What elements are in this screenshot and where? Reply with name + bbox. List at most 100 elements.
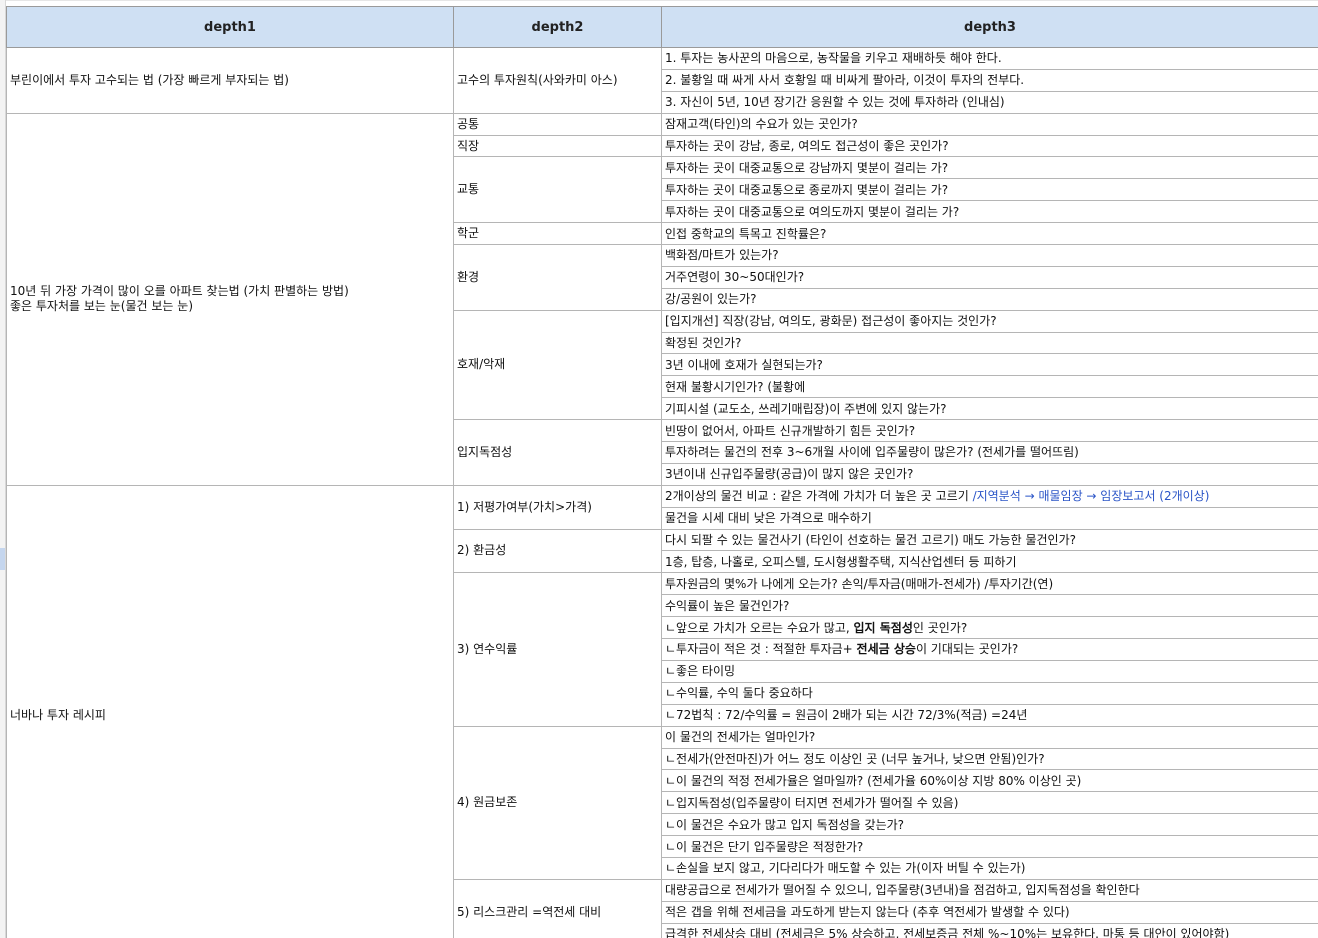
depth3-cell[interactable]: 확정된 것인가?: [661, 331, 1318, 355]
header-depth2[interactable]: depth2: [453, 6, 662, 48]
depth2-cell[interactable]: 입지독점성: [453, 419, 662, 486]
depth3-cell[interactable]: ㄴ수익률, 수익 둘다 중요하다: [661, 681, 1318, 705]
depth3-cell[interactable]: 강/공원이 있는가?: [661, 287, 1318, 311]
header-depth3[interactable]: depth3: [661, 6, 1318, 48]
depth3-cell[interactable]: 기피시설 (교도소, 쓰레기매립장)이 주변에 있지 않는가?: [661, 397, 1318, 421]
depth3-cell[interactable]: ㄴ72법칙 : 72/수익률 = 원금이 2배가 되는 시간 72/3%(적금)…: [661, 703, 1318, 727]
depth3-text: 이 물건의 전세가는 얼마인가?: [665, 730, 816, 745]
depth3-cell[interactable]: 투자하려는 물건의 전후 3~6개월 사이에 입주물량이 많은가? (전세가를 …: [661, 441, 1318, 464]
table-row: 10년 뒤 가장 가격이 많이 오를 아파트 찾는법 (가치 판별하는 방법) 좋…: [6, 112, 1318, 486]
depth2-cell[interactable]: 고수의 투자원칙(사와카미 아스): [453, 47, 662, 114]
depth2-cell[interactable]: 직장: [453, 134, 662, 158]
table-row: 너바나 투자 레시피 1) 저평가여부(가치>가격) 2개이상의 물건 비교 : 같…: [6, 484, 1318, 938]
depth3-cell[interactable]: 수익률이 높은 물건인가?: [661, 594, 1318, 618]
table-row: 부린이에서 투자 고수되는 법 (가장 빠르게 부자되는 법) 고수의 투자원칙(…: [6, 47, 1318, 114]
depth3-text: ㄴ이 물건은 수요가 많고 입지 독점성을 갖는가?: [665, 817, 905, 832]
depth3-cell[interactable]: 잠재고객(타인)의 수요가 있는 곳인가?: [661, 112, 1318, 136]
depth3-cell[interactable]: 빈땅이 없어서, 아파트 신규개발하기 힘든 곳인가?: [661, 419, 1318, 443]
depth2-cell[interactable]: 3) 연수익률: [453, 572, 662, 727]
depth3-text: 잠재고객(타인)의 수요가 있는 곳인가?: [665, 117, 858, 132]
depth3-cell[interactable]: 투자하는 곳이 대중교통으로 여의도까지 몇분이 걸리는 가?: [661, 200, 1318, 224]
depth3-text: 거주연령이 30~50대인가?: [665, 270, 805, 285]
depth3-text: 3년이내 신규입주물량(공급)이 많지 않은 곳인가?: [665, 467, 914, 482]
depth3-text: ㄴ입지독점성(입주물량이 터지면 전세가가 떨어질 수 있음): [665, 795, 959, 810]
header-row: depth1 depth2 depth3: [6, 6, 1318, 48]
depth3-cell[interactable]: 거주연령이 30~50대인가?: [661, 265, 1318, 289]
depth3-cell[interactable]: 현재 불황시기인가? (불황에: [661, 375, 1318, 399]
depth3-cell[interactable]: [입지개선] 직장(강남, 여의도, 광화문) 접근성이 좋아지는 것인가?: [661, 309, 1318, 333]
depth3-text: 투자하는 곳이 대중교통으로 강남까지 몇분이 걸리는 가?: [665, 160, 949, 175]
table-body: 부린이에서 투자 고수되는 법 (가장 빠르게 부자되는 법) 고수의 투자원칙(…: [6, 47, 1318, 938]
depth3-cell[interactable]: 1. 투자는 농사꾼의 마음으로, 농작물을 키우고 재배하듯 해야 한다.: [661, 47, 1318, 70]
depth3-text: ㄴ손실을 보지 않고, 기다리다가 매도할 수 있는 가(이자 버틸 수 있는가…: [665, 861, 1026, 876]
depth2-cell[interactable]: 1) 저평가여부(가치>가격): [453, 484, 662, 530]
depth3-text: 3년 이내에 호재가 실현되는가?: [665, 357, 823, 372]
depth3-text: [입지개선] 직장(강남, 여의도, 광화문) 접근성이 좋아지는 것인가?: [665, 314, 997, 329]
depth3-cell[interactable]: 물건을 시세 대비 낮은 가격으로 매수하기: [661, 506, 1318, 530]
depth3-cell[interactable]: ㄴ손실을 보지 않고, 기다리다가 매도할 수 있는 가(이자 버틸 수 있는가…: [661, 856, 1318, 880]
depth3-cell[interactable]: 인접 중학교의 특목고 진학률은?: [661, 222, 1318, 246]
depth3-text: 백화점/마트가 있는가?: [665, 248, 779, 263]
depth3-text: 인 곳인가?: [912, 620, 968, 635]
depth3-cell[interactable]: 3년이내 신규입주물량(공급)이 많지 않은 곳인가?: [661, 462, 1318, 486]
depth3-text: 빈땅이 없어서, 아파트 신규개발하기 힘든 곳인가?: [665, 423, 916, 438]
selected-row-indicator: [0, 548, 5, 570]
depth3-text: 투자하는 곳이 대중교통으로 종로까지 몇분이 걸리는 가?: [665, 182, 949, 197]
depth3-cell[interactable]: ㄴ이 물건은 수요가 많고 입지 독점성을 갖는가?: [661, 813, 1318, 837]
depth3-cell[interactable]: ㄴ투자금이 적은 것 : 적절한 투자금+ 전세금 상승이 기대되는 곳인가?: [661, 638, 1318, 661]
depth3-cell[interactable]: 2. 불황일 때 싸게 사서 호황일 때 비싸게 팔아라, 이것이 투자의 전부…: [661, 68, 1318, 92]
depth3-cell[interactable]: 1층, 탑층, 나홀로, 오피스텔, 도시형생활주택, 지식산업센터 등 피하기: [661, 550, 1318, 574]
depth3-text: 2. 불황일 때 싸게 사서 호황일 때 비싸게 팔아라, 이것이 투자의 전부…: [665, 73, 1025, 88]
depth3-bold-text: 전세금 상승: [856, 642, 916, 657]
investment-table: depth1 depth2 depth3 부린이에서 투자 고수되는 법 (가장…: [6, 6, 1318, 938]
depth1-cell[interactable]: 부린이에서 투자 고수되는 법 (가장 빠르게 부자되는 법): [6, 47, 454, 114]
depth3-text: ㄴ이 물건의 적정 전세가율은 얼마일까? (전세가율 60%이상 지방 80%…: [665, 773, 1082, 788]
depth2-cell[interactable]: 2) 환금성: [453, 528, 662, 574]
depth3-cell[interactable]: 다시 되팔 수 있는 물건사기 (타인이 선호하는 물건 고르기) 매도 가능한…: [661, 528, 1318, 552]
depth3-cell[interactable]: 투자하는 곳이 대중교통으로 종로까지 몇분이 걸리는 가?: [661, 178, 1318, 202]
depth1-cell[interactable]: 10년 뒤 가장 가격이 많이 오를 아파트 찾는법 (가치 판별하는 방법) 좋…: [6, 112, 454, 486]
depth3-cell[interactable]: 2개이상의 물건 비교 : 같은 가격에 가치가 더 높은 곳 고르기 /지역분…: [661, 484, 1318, 508]
spreadsheet: depth1 depth2 depth3 부린이에서 투자 고수되는 법 (가장…: [6, 6, 1318, 938]
depth3-text: 급격한 전세상승 대비 (전세금은 5% 상승하고, 전세보증금 전체 %~10…: [665, 927, 1230, 938]
depth3-cell[interactable]: ㄴ좋은 타이밍: [661, 659, 1318, 683]
depth3-text: ㄴ투자금이 적은 것 : 적절한 투자금+: [665, 642, 857, 657]
depth2-cell[interactable]: 교통: [453, 156, 662, 224]
depth1-text: 부린이에서 투자 고수되는 법 (가장 빠르게 부자되는 법): [10, 72, 289, 87]
depth3-text: 3. 자신이 5년, 10년 장기간 응원할 수 있는 것에 투자하라 (인내심…: [665, 95, 1005, 110]
depth3-cell[interactable]: 투자원금의 몇%가 나에게 오는가? 손익/투자금(매매가-전세가) /투자기간…: [661, 572, 1318, 596]
depth3-cell[interactable]: 투자하는 곳이 대중교통으로 강남까지 몇분이 걸리는 가?: [661, 156, 1318, 180]
depth3-cell[interactable]: ㄴ이 물건의 적정 전세가율은 얼마일까? (전세가율 60%이상 지방 80%…: [661, 769, 1318, 793]
depth1-text: 너바나 투자 레시피: [10, 707, 106, 722]
depth3-cell[interactable]: 적은 갭을 위해 전세금을 과도하게 받는지 않는다 (추후 역전세가 발생할 …: [661, 900, 1318, 924]
depth3-text: ㄴ전세가(안전마진)가 어느 정도 이상인 곳 (너무 높거나, 낮으면 안됨)…: [665, 751, 1045, 766]
depth3-text: 이 기대되는 곳인가?: [915, 642, 1019, 657]
depth3-text: 투자하려는 물건의 전후 3~6개월 사이에 입주물량이 많은가? (전세가를 …: [665, 445, 1079, 460]
depth3-text: 투자원금의 몇%가 나에게 오는가? 손익/투자금(매매가-전세가) /투자기간…: [665, 576, 1054, 591]
depth2-cell[interactable]: 5) 리스크관리 =역전세 대비: [453, 878, 662, 938]
depth2-cell[interactable]: 학군: [453, 222, 662, 246]
depth2-cell[interactable]: 공통: [453, 112, 662, 136]
depth2-cell[interactable]: 환경: [453, 244, 662, 311]
depth3-text: ㄴ앞으로 가치가 오르는 수요가 많고,: [665, 620, 854, 635]
depth3-bold-text: 입지 독점성: [853, 620, 913, 635]
depth2-cell[interactable]: 4) 원금보존: [453, 725, 662, 880]
depth3-cell[interactable]: ㄴ앞으로 가치가 오르는 수요가 많고, 입지 독점성인 곳인가?: [661, 616, 1318, 640]
depth3-cell[interactable]: 백화점/마트가 있는가?: [661, 244, 1318, 267]
header-depth1[interactable]: depth1: [6, 6, 454, 48]
depth3-text: 현재 불황시기인가? (불황에: [665, 379, 806, 394]
depth3-cell[interactable]: 이 물건의 전세가는 얼마인가?: [661, 725, 1318, 749]
depth3-text: 1. 투자는 농사꾼의 마음으로, 농작물을 키우고 재배하듯 해야 한다.: [665, 51, 1002, 66]
depth1-cell[interactable]: 너바나 투자 레시피: [6, 484, 454, 938]
depth3-cell[interactable]: 3. 자신이 5년, 10년 장기간 응원할 수 있는 것에 투자하라 (인내심…: [661, 90, 1318, 114]
depth3-cell[interactable]: 급격한 전세상승 대비 (전세금은 5% 상승하고, 전세보증금 전체 %~10…: [661, 922, 1318, 938]
depth3-cell[interactable]: 3년 이내에 호재가 실현되는가?: [661, 353, 1318, 377]
depth3-cell[interactable]: 대량공급으로 전세가가 떨어질 수 있으니, 입주물량(3년내)을 점검하고, …: [661, 878, 1318, 902]
depth3-cell[interactable]: ㄴ전세가(안전마진)가 어느 정도 이상인 곳 (너무 높거나, 낮으면 안됨)…: [661, 747, 1318, 771]
depth3-cell[interactable]: 투자하는 곳이 강남, 종로, 여의도 접근성이 좋은 곳인가?: [661, 134, 1318, 158]
depth3-text: ㄴ이 물건은 단기 입주물량은 적정한가?: [665, 839, 864, 854]
depth3-text: 인접 중학교의 특목고 진학률은?: [665, 226, 827, 241]
depth2-cell[interactable]: 호재/악재: [453, 309, 662, 421]
depth3-cell[interactable]: ㄴ입지독점성(입주물량이 터지면 전세가가 떨어질 수 있음): [661, 791, 1318, 815]
depth3-cell[interactable]: ㄴ이 물건은 단기 입주물량은 적정한가?: [661, 835, 1318, 858]
